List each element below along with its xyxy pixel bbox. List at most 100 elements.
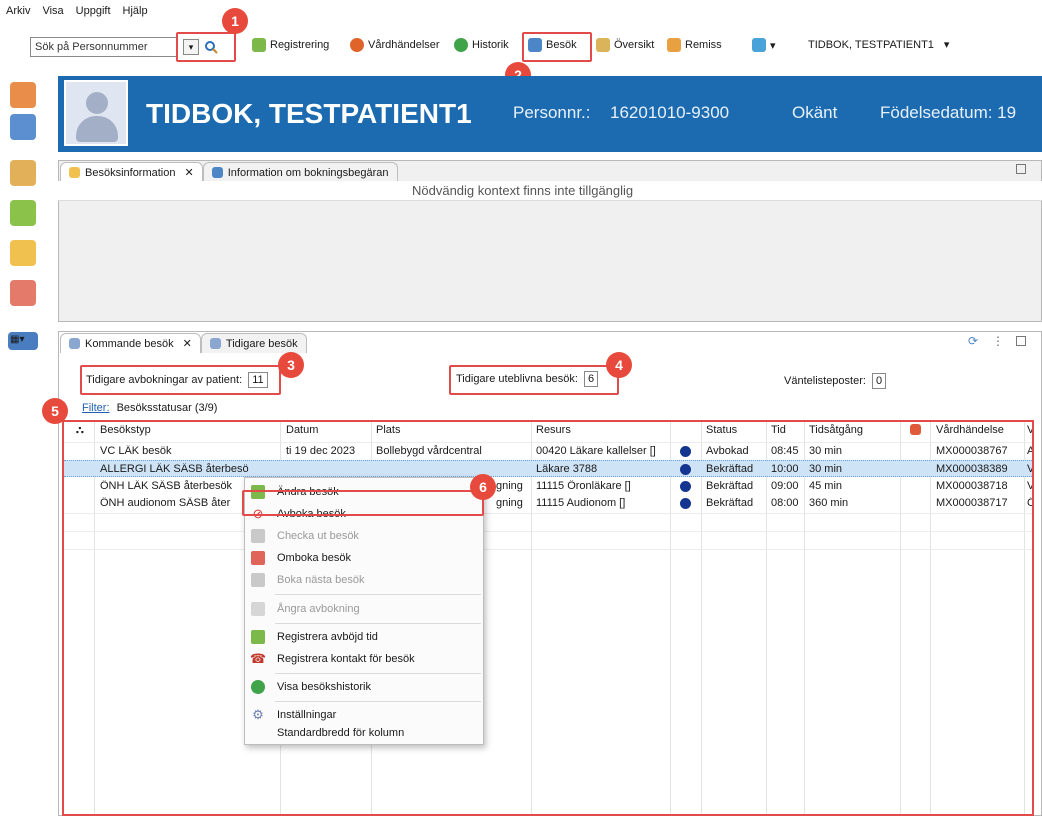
menu-uppgift[interactable]: Uppgift bbox=[76, 5, 111, 17]
menu-visa[interactable]: Visa bbox=[42, 5, 63, 17]
col-flag-icon[interactable] bbox=[910, 424, 921, 442]
oversikt-button[interactable]: Översikt bbox=[596, 38, 654, 52]
cell-resurs: 11115 Audionom [] bbox=[536, 497, 626, 509]
history-icon bbox=[454, 38, 468, 52]
col-resurs[interactable]: Resurs bbox=[536, 424, 571, 442]
cell-besokstyp: ÖNH LÄK SÄSB återbesök bbox=[100, 480, 233, 492]
step-badge-4: 4 bbox=[606, 352, 632, 378]
col-datum[interactable]: Datum bbox=[286, 424, 318, 442]
cell-vardhandelse: MX000038389 bbox=[936, 463, 1008, 475]
cell-besokstyp: VC LÄK besök bbox=[100, 445, 172, 457]
menu-item-besokshistorik[interactable]: Visa besökshistorik bbox=[245, 676, 483, 698]
search-input[interactable]: Sök på Personnummer bbox=[30, 37, 178, 57]
historik-label: Historik bbox=[472, 39, 509, 51]
cell-datum: ti 19 dec 2023 bbox=[286, 445, 356, 457]
history-icon bbox=[251, 680, 265, 694]
clipboard-icon[interactable] bbox=[10, 160, 36, 186]
birthdate-label: Födelsedatum: 19 bbox=[880, 103, 1017, 122]
menu-item-label: Omboka besök bbox=[277, 552, 351, 564]
tab-tidigare-besok[interactable]: Tidigare besök bbox=[200, 333, 307, 353]
col-plats[interactable]: Plats bbox=[376, 424, 400, 442]
phone-icon: ☎ bbox=[249, 651, 267, 666]
cell-status: Avbokad bbox=[706, 445, 749, 457]
status-dot-icon bbox=[680, 498, 691, 509]
table-row[interactable]: ÖNH LÄK SÄSB återbesök gning 11115 Öronl… bbox=[64, 478, 1032, 495]
menu-item-angra-avbokning: Ångra avbokning bbox=[245, 598, 483, 620]
hierarchy-icon[interactable]: ⛬ bbox=[76, 424, 84, 442]
oversikt-label: Översikt bbox=[614, 39, 655, 51]
close-icon[interactable]: ✕ bbox=[185, 166, 194, 179]
col-besokstyp[interactable]: Besökstyp bbox=[100, 424, 151, 442]
document-icon[interactable] bbox=[10, 280, 36, 306]
patient-select-label: TIDBOK, TESTPATIENT1 bbox=[808, 38, 934, 51]
vardhandelser-button[interactable]: Vårdhändelser bbox=[350, 38, 440, 52]
cell-tidsatgang: 360 min bbox=[809, 497, 849, 509]
col-extra[interactable]: V bbox=[1027, 424, 1032, 442]
chevron-down-icon: ▾ bbox=[770, 39, 776, 52]
menu-arkiv[interactable]: Arkiv bbox=[6, 5, 30, 17]
cell-plats: gning bbox=[496, 480, 523, 492]
menu-item-registrera-kontakt[interactable]: ☎ Registrera kontakt för besök bbox=[245, 648, 483, 670]
patient-select[interactable]: TIDBOK, TESTPATIENT1 ▾ bbox=[808, 38, 950, 52]
refresh-icon[interactable]: ⟳ bbox=[968, 334, 978, 348]
menu-item-omboka-besok[interactable]: Omboka besök bbox=[245, 547, 483, 569]
tab-label: Tidigare besök bbox=[225, 337, 298, 350]
tab-label: Besöksinformation bbox=[85, 166, 176, 179]
remiss-button[interactable]: Remiss bbox=[667, 38, 722, 52]
window-switch-button[interactable]: ▾ bbox=[752, 38, 776, 52]
cell-tid: 08:45 bbox=[771, 445, 799, 457]
tab-bokningsbegaran[interactable]: Information om bokningsbegäran bbox=[202, 162, 398, 182]
maximize-icon[interactable] bbox=[1016, 164, 1026, 174]
historik-button[interactable]: Historik bbox=[454, 38, 509, 52]
cell-tidsatgang: 30 min bbox=[809, 445, 843, 457]
panel-menu-icon[interactable]: ▦▾ bbox=[10, 334, 24, 345]
calendar-icon[interactable] bbox=[10, 114, 36, 140]
col-tid[interactable]: Tid bbox=[771, 424, 786, 442]
table-row[interactable]: VC LÄK besök ti 19 dec 2023 Bollebygd vå… bbox=[64, 443, 1032, 460]
registrering-button[interactable]: Registrering bbox=[252, 38, 329, 52]
cell-status: Bekräftad bbox=[706, 497, 754, 509]
tab-kommande-besok[interactable]: Kommande besök ✕ bbox=[60, 333, 201, 353]
patient-icon[interactable] bbox=[10, 82, 36, 108]
gear-icon: ⚙ bbox=[252, 707, 264, 722]
menu-item-label: Registrera avböjd tid bbox=[277, 631, 378, 643]
cell-resurs: Läkare 3788 bbox=[536, 463, 598, 475]
col-tidsatgang[interactable]: Tidsåtgång bbox=[809, 424, 863, 442]
edit-icon bbox=[251, 630, 265, 644]
rebook-icon bbox=[251, 551, 265, 565]
highlight-box-1 bbox=[176, 32, 236, 62]
col-vardhandelse[interactable]: Vårdhändelse bbox=[936, 424, 1004, 442]
envelope-icon[interactable] bbox=[10, 240, 36, 266]
remiss-label: Remiss bbox=[685, 39, 722, 51]
menu-item-avbojd-tid[interactable]: Registrera avböjd tid bbox=[245, 626, 483, 648]
filter-link[interactable]: Filter: bbox=[82, 402, 110, 414]
table-row-selected[interactable]: ALLERGI LÄK SÄSB återbesö Läkare 3788 Be… bbox=[64, 460, 1034, 477]
maximize-icon[interactable] bbox=[1016, 336, 1026, 346]
cell-status: Bekräftad bbox=[706, 480, 754, 492]
table-row[interactable]: ÖNH audionom SÄSB åter gning 11115 Audio… bbox=[64, 495, 1032, 512]
cell-extra: V bbox=[1027, 463, 1034, 475]
clipboard-arrow-icon[interactable] bbox=[10, 200, 36, 226]
book-next-icon bbox=[251, 573, 265, 587]
menu-item-label: Visa besökshistorik bbox=[277, 681, 371, 693]
status-dot-icon bbox=[680, 481, 691, 492]
patient-name: TIDBOK, TESTPATIENT1 bbox=[146, 98, 472, 129]
menu-item-standardbredd[interactable]: Standardbredd för kolumn bbox=[245, 722, 483, 744]
undo-icon bbox=[251, 602, 265, 616]
cell-vardhandelse: MX000038767 bbox=[936, 445, 1008, 457]
menu-item-label: Checka ut besök bbox=[277, 530, 359, 542]
waitlist-value: 0 bbox=[872, 373, 887, 389]
chevron-down-icon: ▾ bbox=[943, 39, 950, 51]
more-menu-icon[interactable]: ⋮ bbox=[992, 334, 1004, 348]
windows-icon bbox=[752, 38, 766, 52]
tab-besoksinformation[interactable]: Besöksinformation ✕ bbox=[60, 162, 203, 182]
menu-hjalp[interactable]: Hjälp bbox=[123, 5, 148, 17]
menu-item-label: Ångra avbokning bbox=[277, 603, 360, 615]
col-status[interactable]: Status bbox=[706, 424, 737, 442]
menu-separator bbox=[275, 594, 481, 595]
blank-icon bbox=[251, 726, 265, 740]
visit-icon bbox=[69, 338, 80, 349]
upper-tabs: Besöksinformation ✕ Information om bokni… bbox=[60, 160, 398, 182]
close-icon[interactable]: ✕ bbox=[183, 337, 192, 350]
menu-item-label: Standardbredd för kolumn bbox=[277, 727, 405, 739]
